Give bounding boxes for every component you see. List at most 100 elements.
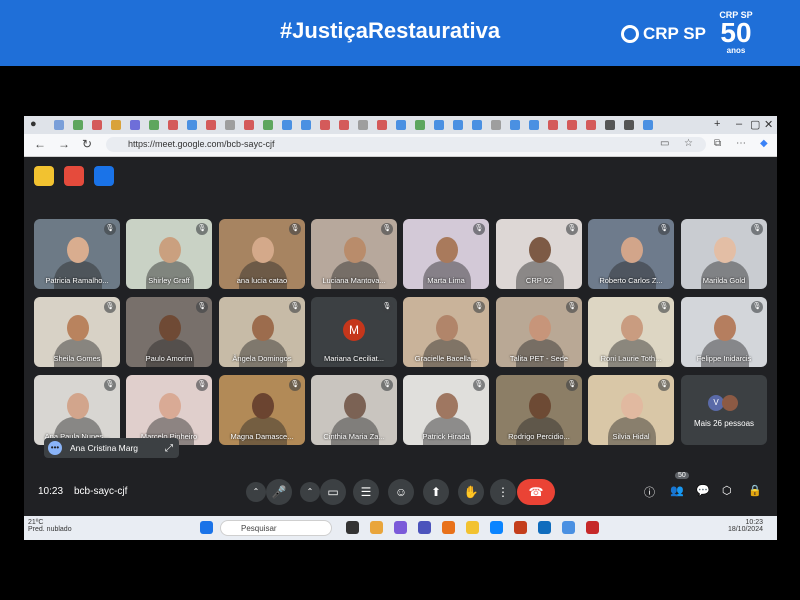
browser-tab[interactable]	[529, 120, 539, 130]
browser-tab[interactable]	[301, 120, 311, 130]
extensions-icon[interactable]: ⧉	[714, 138, 721, 149]
participant-tile[interactable]: 🎙 Roberto Carlos Z...	[588, 219, 674, 289]
copilot-icon[interactable]: ◆	[760, 138, 768, 149]
participant-tile[interactable]: 🎙 Ana Paula Nunes...	[34, 375, 120, 445]
browser-tab[interactable]	[472, 120, 482, 130]
browser-tab[interactable]	[567, 120, 577, 130]
participant-tile[interactable]: 🎙 Magna Damasce...	[219, 375, 305, 445]
more-participants-tile[interactable]: V Mais 26 pessoas	[681, 375, 767, 445]
participant-tile[interactable]: 🎙 Sheila Gomes	[34, 297, 120, 367]
recording-icon[interactable]	[64, 166, 84, 186]
browser-tab[interactable]	[624, 120, 634, 130]
expand-icon[interactable]: ⤢	[165, 443, 173, 454]
host-lock-icon[interactable]: 🔒	[748, 484, 762, 497]
browser-tab[interactable]	[92, 120, 102, 130]
browser-tab[interactable]	[339, 120, 349, 130]
taskbar-app-icon[interactable]	[370, 521, 383, 534]
participant-tile[interactable]: 🎙 Roni Laurie Toth...	[588, 297, 674, 367]
more-options-button[interactable]: ⋮	[490, 479, 516, 505]
participant-tile[interactable]: 🎙 Silvia Hidal	[588, 375, 674, 445]
refresh-icon[interactable]: ↻	[82, 137, 92, 151]
forward-icon[interactable]: →	[58, 137, 70, 151]
browser-tab[interactable]	[111, 120, 121, 130]
participant-tile[interactable]: 🎙 Marcelo Pinheiro	[126, 375, 212, 445]
taskbar-app-icon[interactable]	[346, 521, 359, 534]
camera-in-use-icon[interactable]: ▭	[660, 138, 669, 149]
participant-tile[interactable]: 🎙 ana lucia catao	[219, 219, 305, 289]
leave-call-button[interactable]: ☎	[517, 479, 555, 505]
browser-tab-strip[interactable]: ● + – ▢ ✕	[24, 116, 777, 134]
browser-tab[interactable]	[548, 120, 558, 130]
weather-widget[interactable]: 21ºC Pred. nublado	[28, 519, 72, 533]
participant-tile[interactable]: 🎙 Felippe Inidarcis	[681, 297, 767, 367]
reactions-button[interactable]: ☺	[388, 479, 414, 505]
browser-tab[interactable]	[187, 120, 197, 130]
participant-tile[interactable]: 🎙 Ângela Domingos	[219, 297, 305, 367]
browser-tab[interactable]	[73, 120, 83, 130]
notes-icon[interactable]	[94, 166, 114, 186]
taskbar-app-icon[interactable]	[394, 521, 407, 534]
taskbar-search[interactable]: Pesquisar	[220, 520, 332, 536]
participant-tile[interactable]: 🎙 Rodrigo Percidio...	[496, 375, 582, 445]
more-options-icon[interactable]: •••	[48, 441, 62, 455]
browser-tab[interactable]	[244, 120, 254, 130]
participant-tile[interactable]: 🎙 Marilda Gold	[681, 219, 767, 289]
menu-icon[interactable]: ⋯	[736, 138, 746, 149]
taskbar-app-icon[interactable]	[490, 521, 503, 534]
browser-tab[interactable]	[377, 120, 387, 130]
browser-tab[interactable]	[510, 120, 520, 130]
browser-tab[interactable]	[168, 120, 178, 130]
captions-button[interactable]: ☰	[353, 479, 379, 505]
close-window-icon[interactable]: ✕	[764, 118, 773, 131]
bookmark-star-icon[interactable]: ☆	[684, 138, 693, 149]
taskbar-app-icon[interactable]	[538, 521, 551, 534]
browser-tab[interactable]	[225, 120, 235, 130]
taskbar-app-icon[interactable]	[586, 521, 599, 534]
browser-tab[interactable]	[415, 120, 425, 130]
taskbar-app-icon[interactable]	[418, 521, 431, 534]
browser-tab[interactable]	[453, 120, 463, 130]
microphone-button[interactable]: 🎤	[266, 479, 292, 505]
browser-tab[interactable]	[605, 120, 615, 130]
activities-icon[interactable]: ⬡	[722, 484, 732, 497]
participant-tile[interactable]: 🎙 Shirley Graff	[126, 219, 212, 289]
browser-tab[interactable]	[263, 120, 273, 130]
taskbar-app-icon[interactable]	[442, 521, 455, 534]
present-button[interactable]: ⬆	[423, 479, 449, 505]
browser-tab[interactable]	[54, 120, 64, 130]
browser-tab[interactable]	[282, 120, 292, 130]
start-icon[interactable]	[200, 521, 213, 534]
info-icon[interactable]: ⓘ	[644, 484, 655, 500]
camera-button[interactable]: ▭	[320, 479, 346, 505]
browser-tab[interactable]	[358, 120, 368, 130]
browser-tab[interactable]	[586, 120, 596, 130]
participant-tile[interactable]: 🎙 Marta Lima	[403, 219, 489, 289]
self-view-bar[interactable]: ••• Ana Cristina Marg ⤢	[44, 438, 179, 458]
taskbar-app-icon[interactable]	[562, 521, 575, 534]
url-field[interactable]: https://meet.google.com/bcb-sayc-cjf	[106, 137, 706, 152]
participant-tile[interactable]: 🎙 CRP 02	[496, 219, 582, 289]
system-clock[interactable]: 10:23 18/10/2024	[728, 519, 763, 533]
browser-tab[interactable]	[320, 120, 330, 130]
audio-options-icon[interactable]: ⌃	[246, 482, 266, 502]
profile-icon[interactable]: ●	[30, 118, 37, 130]
host-controls-icon[interactable]	[34, 166, 54, 186]
participant-tile[interactable]: 🎙 Luciana Mantova...	[311, 219, 397, 289]
minimize-icon[interactable]: –	[736, 118, 742, 130]
participant-tile[interactable]: 🎙 Cinthia Maria Za...	[311, 375, 397, 445]
browser-tab[interactable]	[130, 120, 140, 130]
participant-tile[interactable]: 🎙 Gracielle Bacella...	[403, 297, 489, 367]
back-icon[interactable]: ←	[34, 137, 46, 151]
browser-tab[interactable]	[643, 120, 653, 130]
browser-tab[interactable]	[396, 120, 406, 130]
participant-tile[interactable]: 🎙 Patrick Hirada	[403, 375, 489, 445]
browser-tab[interactable]	[491, 120, 501, 130]
participant-tile[interactable]: 🎙 Talita PET - Sede	[496, 297, 582, 367]
people-icon[interactable]: 👥	[670, 484, 684, 497]
video-options-icon[interactable]: ⌃	[300, 482, 320, 502]
browser-tab[interactable]	[206, 120, 216, 130]
participant-tile[interactable]: 🎙 Patricia Ramalho...	[34, 219, 120, 289]
participant-tile[interactable]: M 🎙 Mariana Ceciliat...	[311, 297, 397, 367]
participant-tile[interactable]: 🎙 Paulo Amorim	[126, 297, 212, 367]
taskbar-app-icon[interactable]	[466, 521, 479, 534]
